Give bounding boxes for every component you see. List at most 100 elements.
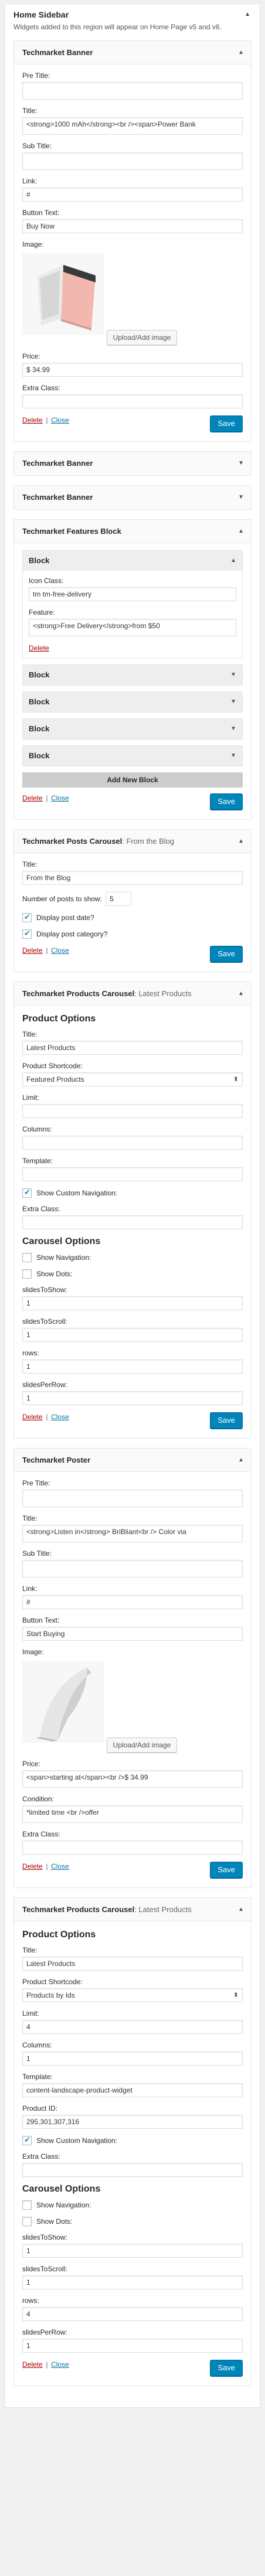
block-header[interactable]: Block ▲ (23, 551, 242, 571)
show-dots-checkbox[interactable] (22, 2217, 32, 2226)
delete-link[interactable]: Delete (22, 416, 43, 424)
limit-field[interactable] (22, 1104, 243, 1118)
product-id-field[interactable]: 295,301,307,316 (22, 2115, 243, 2129)
icon-class-field[interactable]: tm tm-free-delivery (29, 587, 236, 601)
slides-to-show-field[interactable]: 1 (22, 2244, 243, 2258)
delete-link[interactable]: Delete (22, 946, 43, 955)
extra-class-field[interactable] (22, 1841, 243, 1855)
close-link[interactable]: Close (51, 1413, 69, 1421)
widget-header[interactable]: Techmarket Features Block ▲ (14, 520, 251, 543)
link-field[interactable]: # (22, 188, 243, 202)
delete-link[interactable]: Delete (22, 1862, 43, 1870)
add-new-block-button[interactable]: Add New Block (22, 772, 243, 788)
save-button[interactable]: Save (210, 1412, 243, 1429)
slides-per-row-field[interactable]: 1 (22, 1391, 243, 1405)
collapse-arrow-icon[interactable]: ▲ (238, 520, 244, 543)
block-header[interactable]: Block ▼ (23, 692, 242, 712)
close-link[interactable]: Close (51, 416, 69, 424)
expand-arrow-icon[interactable]: ▼ (230, 746, 236, 766)
button-text-field[interactable]: Buy Now (22, 219, 243, 233)
custom-navigation-checkbox[interactable] (22, 1188, 32, 1198)
product-options-heading: Product Options (22, 1014, 96, 1024)
show-navigation-checkbox[interactable] (22, 2200, 32, 2210)
title-field[interactable]: <strong>1000 mAh</strong><br /><span>Pow… (22, 117, 243, 135)
show-navigation-checkbox[interactable] (22, 1253, 32, 1262)
close-link[interactable]: Close (51, 794, 69, 802)
link-field[interactable]: # (22, 1595, 243, 1609)
save-button[interactable]: Save (210, 793, 243, 810)
delete-link[interactable]: Delete (22, 794, 43, 802)
collapse-arrow-icon[interactable]: ▲ (238, 1898, 244, 1921)
upload-image-button[interactable]: Upload/Add image (106, 330, 178, 345)
posts-number-field[interactable]: 5 (106, 892, 132, 906)
slides-per-row-field[interactable]: 1 (22, 2339, 243, 2353)
pre-title-field[interactable] (22, 82, 243, 100)
upload-image-button[interactable]: Upload/Add image (106, 1737, 178, 1753)
collapse-arrow-icon[interactable]: ▲ (238, 41, 244, 64)
template-field[interactable] (22, 1167, 243, 1181)
widget-header[interactable]: Techmarket Products Carousel: Latest Pro… (14, 982, 251, 1006)
sidebar-header[interactable]: Home Sidebar Widgets added to this regio… (5, 4, 260, 40)
shortcode-select[interactable]: Featured Products (22, 1072, 243, 1086)
title-field[interactable]: Latest Products (22, 1041, 243, 1055)
expand-arrow-icon[interactable]: ▼ (238, 452, 244, 475)
close-link[interactable]: Close (51, 1862, 69, 1870)
expand-arrow-icon[interactable]: ▼ (230, 719, 236, 739)
delete-block-link[interactable]: Delete (29, 644, 49, 652)
columns-field[interactable] (22, 1136, 243, 1150)
rows-field[interactable]: 4 (22, 2307, 243, 2321)
widget-header[interactable]: Techmarket Posts Carousel: From the Blog… (14, 830, 251, 853)
widget-header[interactable]: Techmarket Banner ▲ (14, 41, 251, 64)
slides-to-scroll-field[interactable]: 1 (22, 2275, 243, 2289)
slides-to-show-field[interactable]: 1 (22, 1296, 243, 1310)
condition-field[interactable]: *limited time <br />offer (22, 1805, 243, 1823)
delete-link[interactable]: Delete (22, 1413, 43, 1421)
expand-arrow-icon[interactable]: ▼ (238, 486, 244, 509)
limit-field[interactable]: 4 (22, 2020, 243, 2034)
block-header[interactable]: Block ▼ (23, 665, 242, 685)
collapse-arrow-icon[interactable]: ▲ (238, 1449, 244, 1471)
sub-title-field[interactable] (22, 1560, 243, 1577)
extra-class-label: Extra Class: (22, 384, 60, 392)
save-button[interactable]: Save (210, 2360, 243, 2376)
title-field[interactable]: <strong>Listen in</strong> BriBliant<br … (22, 1525, 243, 1542)
save-button[interactable]: Save (210, 415, 243, 432)
block-header[interactable]: Block ▼ (23, 719, 242, 739)
show-dots-checkbox[interactable] (22, 1269, 32, 1279)
collapse-arrow-icon[interactable]: ▲ (230, 551, 236, 571)
widget-header[interactable]: Techmarket Products Carousel: Latest Pro… (14, 1898, 251, 1921)
widget-header[interactable]: Techmarket Poster ▲ (14, 1449, 251, 1472)
extra-class-field[interactable] (22, 2163, 243, 2177)
collapse-arrow-icon[interactable]: ▲ (238, 830, 244, 853)
delete-link[interactable]: Delete (22, 2360, 43, 2369)
save-button[interactable]: Save (210, 1862, 243, 1878)
pre-title-field[interactable] (22, 1490, 243, 1507)
display-date-checkbox[interactable] (22, 912, 32, 922)
expand-arrow-icon[interactable]: ▼ (230, 692, 236, 712)
close-link[interactable]: Close (51, 946, 69, 955)
widget-header[interactable]: Techmarket Banner ▼ (14, 452, 251, 475)
columns-field[interactable]: 1 (22, 2052, 243, 2066)
slides-to-scroll-field[interactable]: 1 (22, 1328, 243, 1342)
rows-field[interactable]: 1 (22, 1359, 243, 1374)
custom-navigation-checkbox[interactable] (22, 2135, 32, 2145)
shortcode-select[interactable]: Products by Ids (22, 1988, 243, 2002)
collapse-arrow-icon[interactable]: ▲ (238, 982, 244, 1005)
close-link[interactable]: Close (51, 2360, 69, 2369)
collapse-arrow-icon[interactable]: ▲ (244, 11, 250, 18)
extra-class-field[interactable] (22, 394, 243, 408)
expand-arrow-icon[interactable]: ▼ (230, 665, 236, 685)
block-header[interactable]: Block ▼ (23, 746, 242, 766)
display-category-checkbox[interactable] (22, 929, 32, 939)
extra-class-field[interactable] (22, 1215, 243, 1229)
widget-header[interactable]: Techmarket Banner ▼ (14, 486, 251, 509)
title-field[interactable]: Latest Products (22, 1957, 243, 1971)
save-button[interactable]: Save (210, 946, 243, 962)
sub-title-field[interactable] (22, 152, 243, 170)
template-field[interactable]: content-landscape-product-widget (22, 2083, 243, 2097)
price-field[interactable]: $ 34.99 (22, 363, 243, 377)
price-field[interactable]: <span>starting at</span><br />$ 34.99 (22, 1770, 243, 1788)
title-field[interactable]: From the Blog (22, 871, 243, 885)
button-text-field[interactable]: Start Buying (22, 1627, 243, 1641)
feature-field[interactable]: <strong>Free Delivery</strong>from $50 (29, 619, 236, 636)
